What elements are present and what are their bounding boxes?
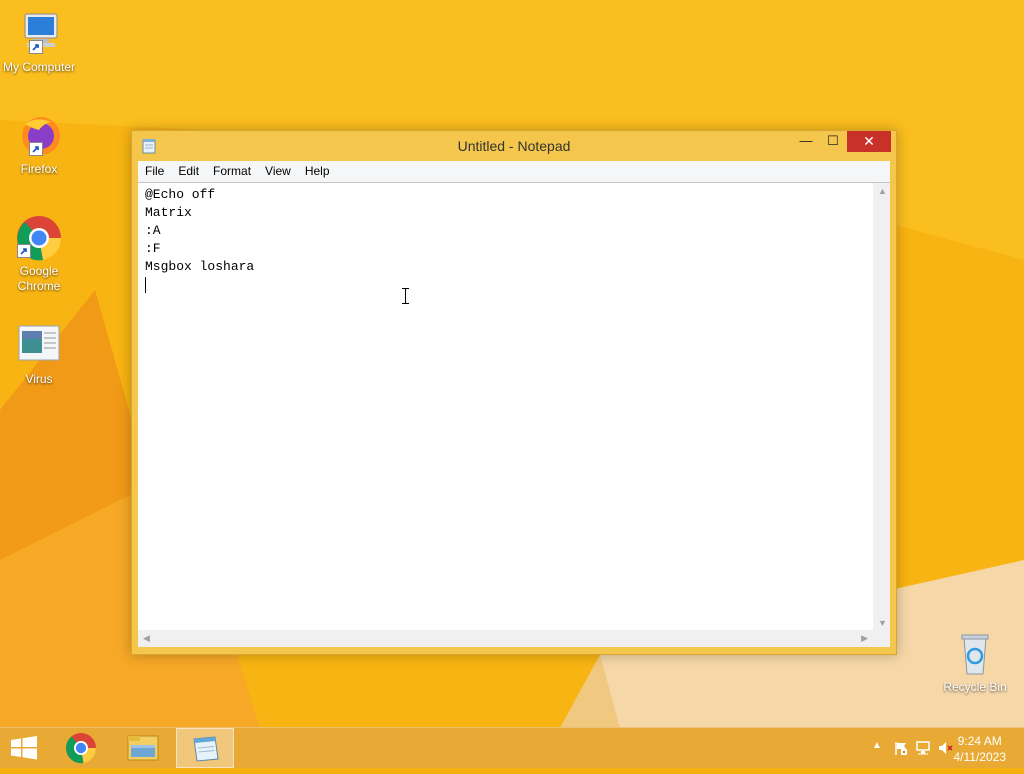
text-caret xyxy=(145,276,146,293)
vertical-scrollbar[interactable]: ▲ ▼ xyxy=(873,183,890,630)
taskbar-chrome[interactable] xyxy=(52,728,110,768)
action-center-flag-icon[interactable] xyxy=(894,741,908,755)
scroll-left-icon[interactable]: ◀ xyxy=(143,633,150,644)
notepad-icon xyxy=(193,736,219,762)
desktop-icon-recycle-bin[interactable]: Recycle Bin xyxy=(935,630,1015,695)
window-title: Untitled - Notepad xyxy=(457,138,571,154)
taskbar: ▲ 9:24 AM 4/11/2023 xyxy=(0,727,1024,768)
menu-view[interactable]: View xyxy=(258,161,298,182)
resize-grip-icon[interactable] xyxy=(873,630,890,647)
text-line: Matrix xyxy=(145,205,192,220)
scroll-up-icon[interactable]: ▲ xyxy=(878,186,887,196)
system-tray: ▲ 9:24 AM 4/11/2023 xyxy=(824,728,1024,768)
title-bar[interactable]: Untitled - Notepad — ☐ ✕ xyxy=(132,131,896,161)
network-icon[interactable] xyxy=(916,741,930,755)
desktop-icon-google-chrome[interactable]: Google Chrome xyxy=(0,214,79,294)
clock-date: 4/11/2023 xyxy=(953,750,1007,764)
text-content[interactable]: @Echo off Matrix :A :F Msgbox loshara xyxy=(145,186,870,627)
text-editor[interactable]: @Echo off Matrix :A :F Msgbox loshara ▲ ▼ ◀ … xyxy=(138,182,890,647)
menu-format[interactable]: Format xyxy=(206,161,258,182)
ibeam-cursor-icon xyxy=(402,288,409,304)
show-hidden-icons-icon[interactable]: ▲ xyxy=(872,740,886,754)
clock-time: 9:24 AM xyxy=(957,734,1002,748)
menu-edit[interactable]: Edit xyxy=(171,161,206,182)
scroll-right-icon[interactable]: ▶ xyxy=(861,633,868,644)
computer-icon xyxy=(15,10,63,58)
notepad-window[interactable]: Untitled - Notepad — ☐ ✕ File Edit Format V… xyxy=(131,130,897,655)
desktop-icon-label: Virus xyxy=(25,372,53,386)
menu-file[interactable]: File xyxy=(138,161,171,182)
desktop-icon-firefox[interactable]: Firefox xyxy=(0,112,79,177)
close-button[interactable]: ✕ xyxy=(847,131,891,152)
recycle-bin-icon xyxy=(951,630,999,678)
minimize-button[interactable]: — xyxy=(792,131,820,152)
text-line: @Echo off xyxy=(145,187,216,202)
text-line: :F xyxy=(145,241,161,256)
scroll-down-icon[interactable]: ▼ xyxy=(878,618,887,628)
horizontal-scrollbar[interactable]: ◀ ▶ xyxy=(138,630,873,647)
desktop-icon-label: Firefox xyxy=(20,162,58,176)
chrome-icon xyxy=(15,214,63,262)
clock[interactable]: 9:24 AM 4/11/2023 xyxy=(954,733,1007,765)
document-icon xyxy=(15,322,63,370)
chrome-icon xyxy=(66,733,97,764)
volume-muted-icon[interactable] xyxy=(938,741,953,755)
desktop-icon-virus[interactable]: Virus xyxy=(0,322,79,387)
desktop-icon-label: Google Chrome xyxy=(17,264,61,293)
taskbar-notepad[interactable] xyxy=(176,728,234,768)
firefox-icon xyxy=(15,112,63,160)
start-button[interactable] xyxy=(0,728,58,768)
desktop-icon-label: Recycle Bin xyxy=(943,680,1007,694)
text-line: :A xyxy=(145,223,161,238)
menu-help[interactable]: Help xyxy=(298,161,337,182)
text-line: Msgbox loshara xyxy=(145,259,255,274)
maximize-button[interactable]: ☐ xyxy=(819,131,847,152)
menu-bar: File Edit Format View Help xyxy=(138,161,890,182)
taskbar-file-explorer[interactable] xyxy=(114,728,172,768)
desktop-icon-my-computer[interactable]: My Computer xyxy=(0,10,79,75)
start-icon xyxy=(11,736,37,760)
desktop-icon-label: My Computer xyxy=(2,60,76,74)
file-explorer-icon xyxy=(127,735,159,761)
